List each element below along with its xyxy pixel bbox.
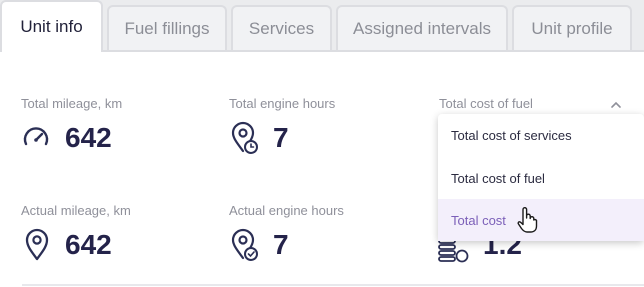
total-mileage-label: Total mileage, km xyxy=(21,96,123,111)
dropdown-option-total-cost[interactable]: Total cost xyxy=(438,199,644,241)
actual-engine-hours-value: 7 xyxy=(273,229,289,260)
actual-mileage-label: Actual mileage, km xyxy=(21,203,131,218)
total-engine-hours-label: Total engine hours xyxy=(229,96,336,111)
tab-bar: Unit info Fuel fillings Services Assigne… xyxy=(0,0,644,52)
option-label: Total cost of fuel xyxy=(451,170,545,186)
tab-unit-profile[interactable]: Unit profile xyxy=(512,5,632,51)
hand-cursor-icon xyxy=(516,206,538,239)
chevron-up-icon[interactable] xyxy=(610,97,622,115)
engine-hours-check-icon xyxy=(229,228,258,261)
option-label: Total cost xyxy=(451,212,506,228)
cost-type-dropdown: Total cost of services Total cost of fue… xyxy=(438,114,644,241)
location-pin-icon xyxy=(24,228,52,261)
option-label: Total cost of services xyxy=(451,127,572,143)
tab-label: Assigned intervals xyxy=(353,19,491,38)
total-cost-select-label[interactable]: Total cost of fuel xyxy=(439,96,533,111)
dropdown-option-total-cost-of-services[interactable]: Total cost of services xyxy=(438,114,644,156)
dropdown-option-total-cost-of-fuel[interactable]: Total cost of fuel xyxy=(438,157,644,199)
actual-mileage-value: 642 xyxy=(65,229,112,260)
tab-services[interactable]: Services xyxy=(231,5,332,51)
tab-label: Fuel fillings xyxy=(124,19,210,38)
tab-assigned-intervals[interactable]: Assigned intervals xyxy=(336,5,508,51)
tab-label: Unit profile xyxy=(531,19,613,38)
divider xyxy=(22,284,644,286)
actual-engine-hours-label: Actual engine hours xyxy=(229,203,344,218)
total-mileage-value: 642 xyxy=(65,122,112,153)
total-engine-hours-value: 7 xyxy=(273,122,289,153)
engine-hours-pin-icon xyxy=(229,121,258,154)
tab-fuel-fillings[interactable]: Fuel fillings xyxy=(107,5,227,51)
tab-unit-info[interactable]: Unit info xyxy=(0,0,103,52)
tab-label: Unit info xyxy=(20,17,83,36)
tab-label: Services xyxy=(248,19,315,38)
gauge-icon xyxy=(22,124,50,156)
